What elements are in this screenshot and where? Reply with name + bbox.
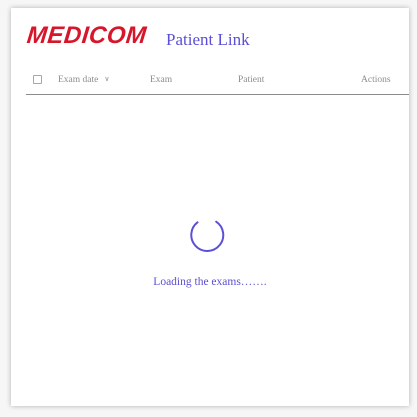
column-header-exam-date-label: Exam date: [58, 75, 99, 85]
app-panel: MEDICOM Patient Link Exam date ∨ Exam Pat…: [11, 8, 409, 406]
chevron-down-icon[interactable]: ∨: [104, 75, 109, 83]
column-header-exam: Exam: [150, 75, 173, 85]
exam-table-header: Exam date ∨ Exam Patient Actions: [26, 66, 409, 95]
header: MEDICOM Patient Link: [11, 8, 409, 64]
column-header-actions: Actions: [361, 75, 391, 85]
loading-spinner-icon: [190, 220, 225, 252]
loading-message: Loading the exams…….: [153, 276, 267, 288]
select-all-checkbox[interactable]: [33, 75, 42, 84]
app-title: Patient Link: [166, 30, 250, 49]
column-header-exam-date[interactable]: Exam date ∨: [58, 75, 109, 85]
medicom-logo[interactable]: MEDICOM: [26, 22, 148, 50]
column-header-patient: Patient: [238, 75, 265, 85]
